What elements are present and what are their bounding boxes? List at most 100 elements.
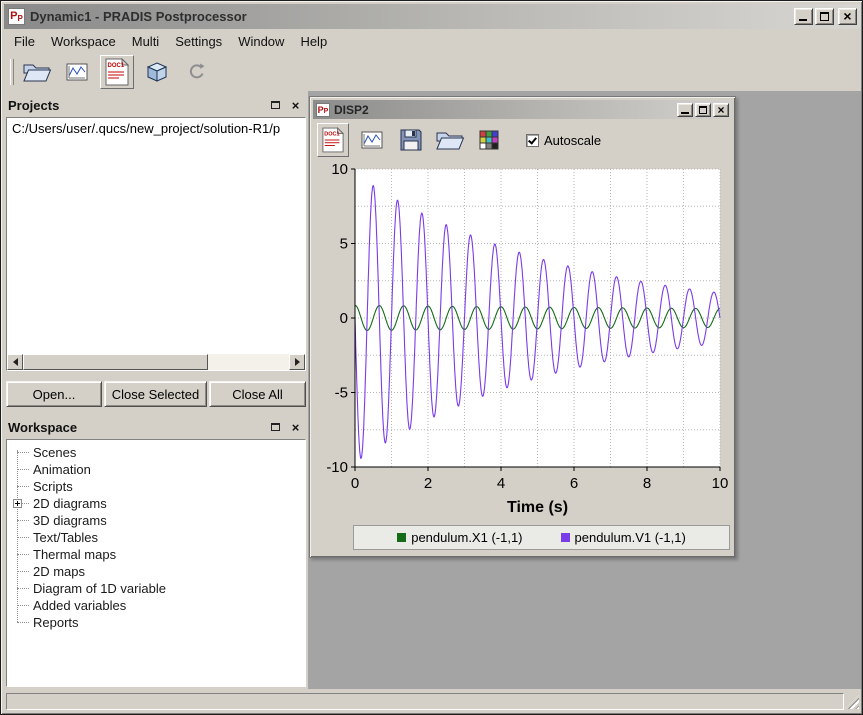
disp2-close-button[interactable] <box>713 103 729 117</box>
plot-icon <box>66 63 88 81</box>
menu-workspace[interactable]: Workspace <box>43 31 124 52</box>
float-icon <box>271 423 280 431</box>
projects-panel-header: Projects <box>6 95 306 115</box>
close-all-button[interactable]: Close All <box>209 381 306 407</box>
y-tick-label: 5 <box>340 236 348 253</box>
minimize-icon <box>799 19 807 21</box>
chart-svg[interactable]: 0246810-10-50510Time (s) <box>313 161 732 523</box>
y-tick-label: -5 <box>335 385 348 402</box>
projects-buttons: Open... Close Selected Close All <box>6 381 306 407</box>
app-icon-sub-letter: P <box>18 15 23 23</box>
close-button[interactable] <box>838 8 857 25</box>
open-project-button[interactable] <box>20 55 54 89</box>
color-grid-icon <box>479 130 499 150</box>
x-tick-label: 0 <box>351 475 359 492</box>
app-icon: PP <box>8 8 25 25</box>
project-list-item[interactable]: C:/Users/user/.qucs/new_project/solution… <box>7 118 305 139</box>
doc1-icon: DOC1 <box>322 127 344 153</box>
tree-item-thermal-maps[interactable]: Thermal maps <box>7 546 305 563</box>
y-tick-label: -10 <box>326 459 348 476</box>
menu-file[interactable]: File <box>6 31 43 52</box>
tree-item-reports[interactable]: Reports <box>7 614 305 631</box>
legend-label-v1: pendulum.V1 (-1,1) <box>575 530 686 545</box>
menu-window[interactable]: Window <box>230 31 292 52</box>
tree-item-scenes[interactable]: Scenes <box>7 444 305 461</box>
resize-grip[interactable] <box>845 695 859 709</box>
refresh-icon <box>187 62 207 82</box>
expand-plus-icon[interactable] <box>13 499 22 508</box>
workspace-panel-title: Workspace <box>8 420 77 435</box>
toolbar-handle[interactable] <box>10 59 14 85</box>
workspace-tree: Scenes Animation Scripts 2D diagrams 3D … <box>6 439 306 687</box>
menu-bar: File Workspace Multi Settings Window Hel… <box>4 29 861 53</box>
status-bar <box>4 689 861 713</box>
title-bar[interactable]: PP Dynamic1 - PRADIS Postprocessor <box>4 4 861 29</box>
projects-close-button[interactable] <box>287 98 304 113</box>
refresh-button[interactable] <box>180 55 214 89</box>
tree-item-2d-diagrams[interactable]: 2D diagrams <box>7 495 305 512</box>
disp2-title-bar[interactable]: PP DISP2 <box>313 100 732 119</box>
disp2-plot-button[interactable] <box>356 123 388 157</box>
open-folder-icon <box>435 128 465 152</box>
x-tick-label: 6 <box>570 475 578 492</box>
chart-legend: pendulum.X1 (-1,1) pendulum.V1 (-1,1) <box>353 525 730 550</box>
legend-entry-v1[interactable]: pendulum.V1 (-1,1) <box>561 530 686 545</box>
open-folder-icon <box>22 60 52 84</box>
tree-item-label: 2D diagrams <box>33 496 107 511</box>
cube-3d-button[interactable] <box>140 55 174 89</box>
scroll-right-button[interactable] <box>289 354 305 370</box>
projects-list: C:/Users/user/.qucs/new_project/solution… <box>6 117 306 371</box>
left-dock: Projects C:/Users/user/.qucs/new_project… <box>4 91 308 689</box>
horizontal-scrollbar[interactable] <box>7 354 305 370</box>
disp2-maximize-button[interactable] <box>695 103 711 117</box>
disp2-doc1-button[interactable]: DOC1 <box>317 123 349 157</box>
arrow-right-icon <box>295 358 300 366</box>
x-tick-label: 4 <box>497 475 505 492</box>
chart-area: 0246810-10-50510Time (s) pendulum.X1 (-1… <box>313 161 732 550</box>
tree-item-added-variables[interactable]: Added variables <box>7 597 305 614</box>
doc1-button[interactable]: DOC1 <box>100 55 134 89</box>
legend-entry-x1[interactable]: pendulum.X1 (-1,1) <box>397 530 522 545</box>
tree-item-animation[interactable]: Animation <box>7 461 305 478</box>
tree-item-diagram-1d[interactable]: Diagram of 1D variable <box>7 580 305 597</box>
y-tick-label: 0 <box>340 310 348 327</box>
x-tick-label: 10 <box>712 475 729 492</box>
menu-multi[interactable]: Multi <box>124 31 167 52</box>
workspace-panel-header: Workspace <box>6 417 306 437</box>
tree-item-3d-diagrams[interactable]: 3D diagrams <box>7 512 305 529</box>
workspace-close-button[interactable] <box>287 420 304 435</box>
scrollbar-thumb[interactable] <box>23 354 208 370</box>
autoscale-checkbox[interactable] <box>526 134 539 147</box>
minimize-icon <box>681 112 689 114</box>
disp2-window: PP DISP2 DOC1 <box>309 96 736 558</box>
maximize-icon <box>699 106 707 114</box>
open-button[interactable]: Open... <box>6 381 102 407</box>
disp2-open-button[interactable] <box>434 123 466 157</box>
menu-settings[interactable]: Settings <box>167 31 230 52</box>
close-selected-button[interactable]: Close Selected <box>104 381 207 407</box>
disp2-colors-button[interactable] <box>473 123 505 157</box>
float-icon <box>271 101 280 109</box>
disp2-minimize-button[interactable] <box>677 103 693 117</box>
projects-float-button[interactable] <box>267 98 284 113</box>
minimize-button[interactable] <box>794 8 813 25</box>
status-message <box>6 693 844 710</box>
disp2-title: DISP2 <box>334 103 675 117</box>
legend-swatch-purple <box>561 533 570 542</box>
disp2-save-button[interactable] <box>395 123 427 157</box>
projects-panel-title: Projects <box>8 98 59 113</box>
tree-item-scripts[interactable]: Scripts <box>7 478 305 495</box>
tree-item-text-tables[interactable]: Text/Tables <box>7 529 305 546</box>
doc1-icon-label: DOC1 <box>108 63 125 69</box>
plot-icon <box>361 131 383 149</box>
tree-item-2d-maps[interactable]: 2D maps <box>7 563 305 580</box>
plot-button[interactable] <box>60 55 94 89</box>
menu-help[interactable]: Help <box>292 31 335 52</box>
workspace-float-button[interactable] <box>267 420 284 435</box>
scroll-left-button[interactable] <box>7 354 23 370</box>
maximize-button[interactable] <box>815 8 834 25</box>
doc1-icon-label: DOC1 <box>324 131 339 137</box>
disp2-icon-sub-letter: P <box>324 108 329 116</box>
x-tick-label: 2 <box>424 475 432 492</box>
cube-3d-icon <box>147 62 167 82</box>
